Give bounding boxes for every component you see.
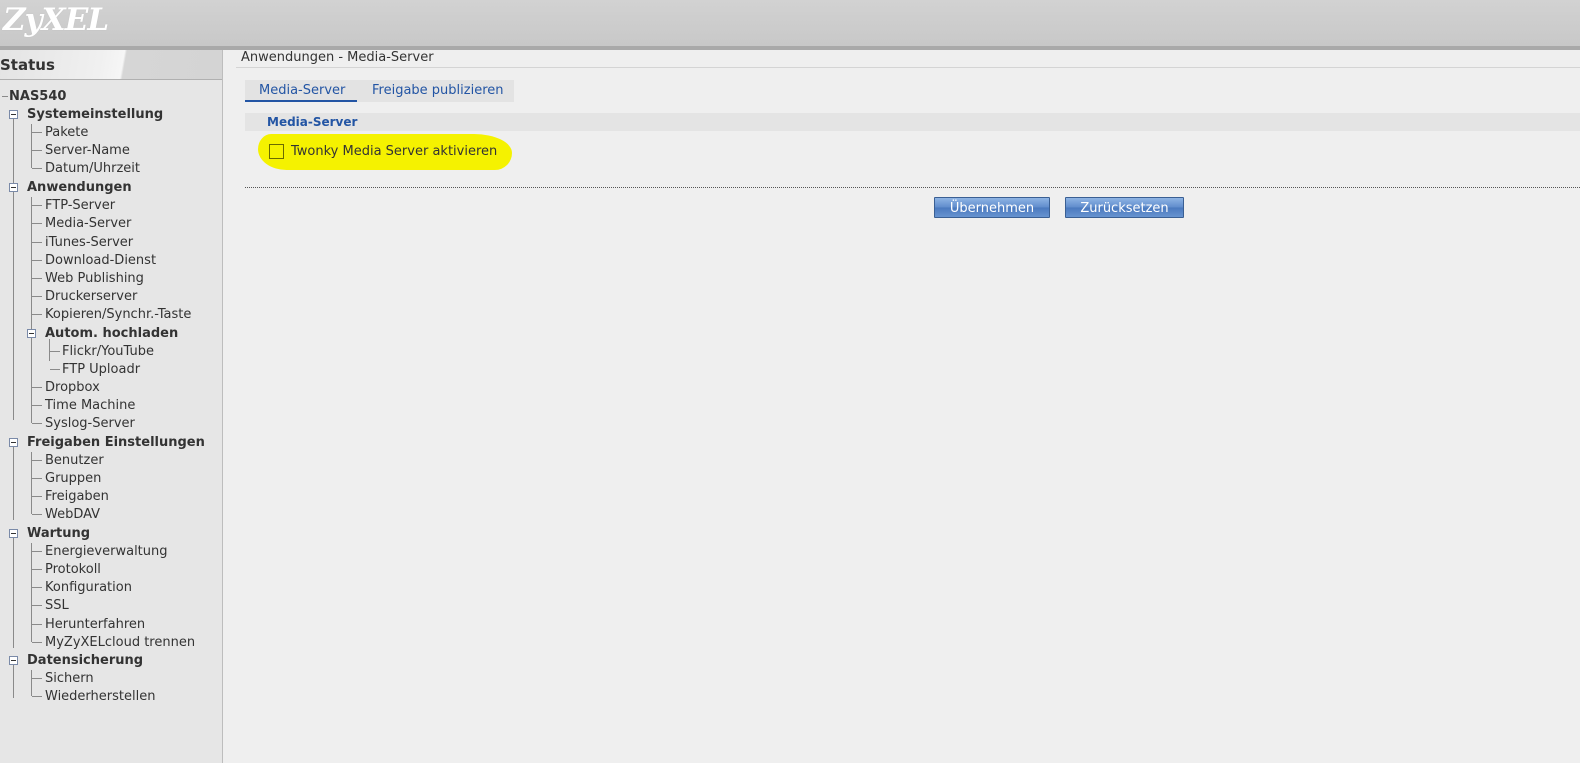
tree-line xyxy=(32,678,42,679)
tree-line xyxy=(31,197,32,423)
tree-line xyxy=(32,624,42,625)
tree-line xyxy=(32,260,42,261)
collapse-icon[interactable] xyxy=(9,438,18,447)
collapse-icon[interactable] xyxy=(9,656,18,665)
nav-item-sichern[interactable]: Sichern xyxy=(45,670,94,688)
tree-line xyxy=(50,351,60,352)
collapse-icon[interactable] xyxy=(9,529,18,538)
tree-line xyxy=(32,696,42,697)
nav-item-protokoll[interactable]: Protokoll xyxy=(45,561,101,579)
nav-item-itunes-server[interactable]: iTunes-Server xyxy=(45,234,133,252)
section-title: Media-Server xyxy=(267,115,358,129)
nav-item-ssl[interactable]: SSL xyxy=(45,597,69,615)
tree-line xyxy=(32,587,42,588)
nav-item-energieverwaltung[interactable]: Energieverwaltung xyxy=(45,543,168,561)
nav-item-myzyxelcloud-trennen[interactable]: MyZyXELcloud trennen xyxy=(45,634,195,652)
collapse-icon[interactable] xyxy=(27,329,36,338)
tree-line xyxy=(13,185,14,420)
tree-line xyxy=(32,168,42,169)
nav-item-wiederherstellen[interactable]: Wiederherstellen xyxy=(45,688,155,706)
nav-item-druckerserver[interactable]: Druckerserver xyxy=(45,288,137,306)
tree-line xyxy=(13,440,14,520)
tree-line xyxy=(32,642,42,643)
section-header-bar xyxy=(245,113,1580,131)
dotted-divider xyxy=(245,187,1580,188)
tree-line xyxy=(32,478,42,479)
nav-item-datum-uhrzeit[interactable]: Datum/Uhrzeit xyxy=(45,160,140,178)
tree-line xyxy=(31,543,32,642)
nav-group-wartung[interactable]: Wartung xyxy=(27,525,90,543)
sidebar: Status NAS540 Systemeinstellung Pakete S… xyxy=(0,50,223,763)
tree-line xyxy=(2,96,8,97)
collapse-icon[interactable] xyxy=(9,183,18,192)
tree-line xyxy=(32,569,42,570)
nav-item-dropbox[interactable]: Dropbox xyxy=(45,379,100,397)
nav-item-flickr-youtube[interactable]: Flickr/YouTube xyxy=(62,343,154,361)
nav-item-freigaben[interactable]: Freigaben xyxy=(45,488,109,506)
tree-line xyxy=(32,132,42,133)
nav-group-anwendungen[interactable]: Anwendungen xyxy=(27,179,132,197)
nav-item-syslog-server[interactable]: Syslog-Server xyxy=(45,415,135,433)
tree-line xyxy=(31,452,32,514)
nav-group-autom-hochladen[interactable]: Autom. hochladen xyxy=(45,325,178,343)
nav-item-webdav[interactable]: WebDAV xyxy=(45,506,100,524)
tree-line xyxy=(32,514,42,515)
reset-button[interactable]: Zurücksetzen xyxy=(1065,197,1184,218)
nav-item-ftp-server[interactable]: FTP-Server xyxy=(45,197,115,215)
tree-line xyxy=(32,150,42,151)
tree-line xyxy=(32,242,42,243)
tree-line xyxy=(32,423,42,424)
header-bar: ZyXEL xyxy=(0,0,1580,46)
tree-line xyxy=(32,223,42,224)
tab-media-server[interactable]: Media-Server xyxy=(259,83,345,98)
breadcrumb: Anwendungen - Media-Server xyxy=(241,50,434,65)
tree-line xyxy=(32,460,42,461)
tree-line xyxy=(50,369,60,370)
nav-group-datensicherung[interactable]: Datensicherung xyxy=(27,652,143,670)
nav-device-nas540[interactable]: NAS540 xyxy=(9,88,66,106)
nav-item-gruppen[interactable]: Gruppen xyxy=(45,470,101,488)
tree-line xyxy=(32,278,42,279)
tree-line xyxy=(32,405,42,406)
tree-line xyxy=(31,124,32,168)
tree-line xyxy=(32,387,42,388)
tree-line xyxy=(32,496,42,497)
tree-line xyxy=(32,551,42,552)
status-bar[interactable]: Status xyxy=(0,50,222,80)
apply-button[interactable]: Übernehmen xyxy=(934,197,1050,218)
nav-group-systemeinstellung[interactable]: Systemeinstellung xyxy=(27,106,163,124)
nav-item-pakete[interactable]: Pakete xyxy=(45,124,88,142)
twonky-enable-label[interactable]: Twonky Media Server aktivieren xyxy=(291,144,497,159)
tree-line xyxy=(31,670,32,696)
collapse-icon[interactable] xyxy=(9,110,18,119)
nav-item-web-publishing[interactable]: Web Publishing xyxy=(45,270,144,288)
status-title: Status xyxy=(0,56,55,74)
tree-line xyxy=(32,605,42,606)
twonky-enable-checkbox[interactable] xyxy=(269,144,284,159)
nav-item-konfiguration[interactable]: Konfiguration xyxy=(45,579,132,597)
nav-item-download-dienst[interactable]: Download-Dienst xyxy=(45,252,156,270)
zyxel-logo: ZyXEL xyxy=(3,2,109,38)
tab-freigabe-publizieren[interactable]: Freigabe publizieren xyxy=(372,83,504,98)
nav-item-media-server[interactable]: Media-Server xyxy=(45,215,131,233)
breadcrumb-divider xyxy=(236,67,1580,68)
tree-line xyxy=(32,205,42,206)
nav-item-server-name[interactable]: Server-Name xyxy=(45,142,130,160)
nav-item-time-machine[interactable]: Time Machine xyxy=(45,397,135,415)
tree-line xyxy=(13,531,14,648)
header-divider xyxy=(0,46,1580,50)
nav-item-benutzer[interactable]: Benutzer xyxy=(45,452,104,470)
tree-line xyxy=(32,296,42,297)
tree-line xyxy=(32,314,42,315)
nav-group-freigaben-einstellungen[interactable]: Freigaben Einstellungen xyxy=(27,434,205,452)
nav-item-kopieren-synchr-taste[interactable]: Kopieren/Synchr.-Taste xyxy=(45,306,191,324)
active-tab-indicator xyxy=(245,100,357,102)
nav-item-ftp-uploadr[interactable]: FTP Uploadr xyxy=(62,361,140,379)
nav-item-herunterfahren[interactable]: Herunterfahren xyxy=(45,616,145,634)
